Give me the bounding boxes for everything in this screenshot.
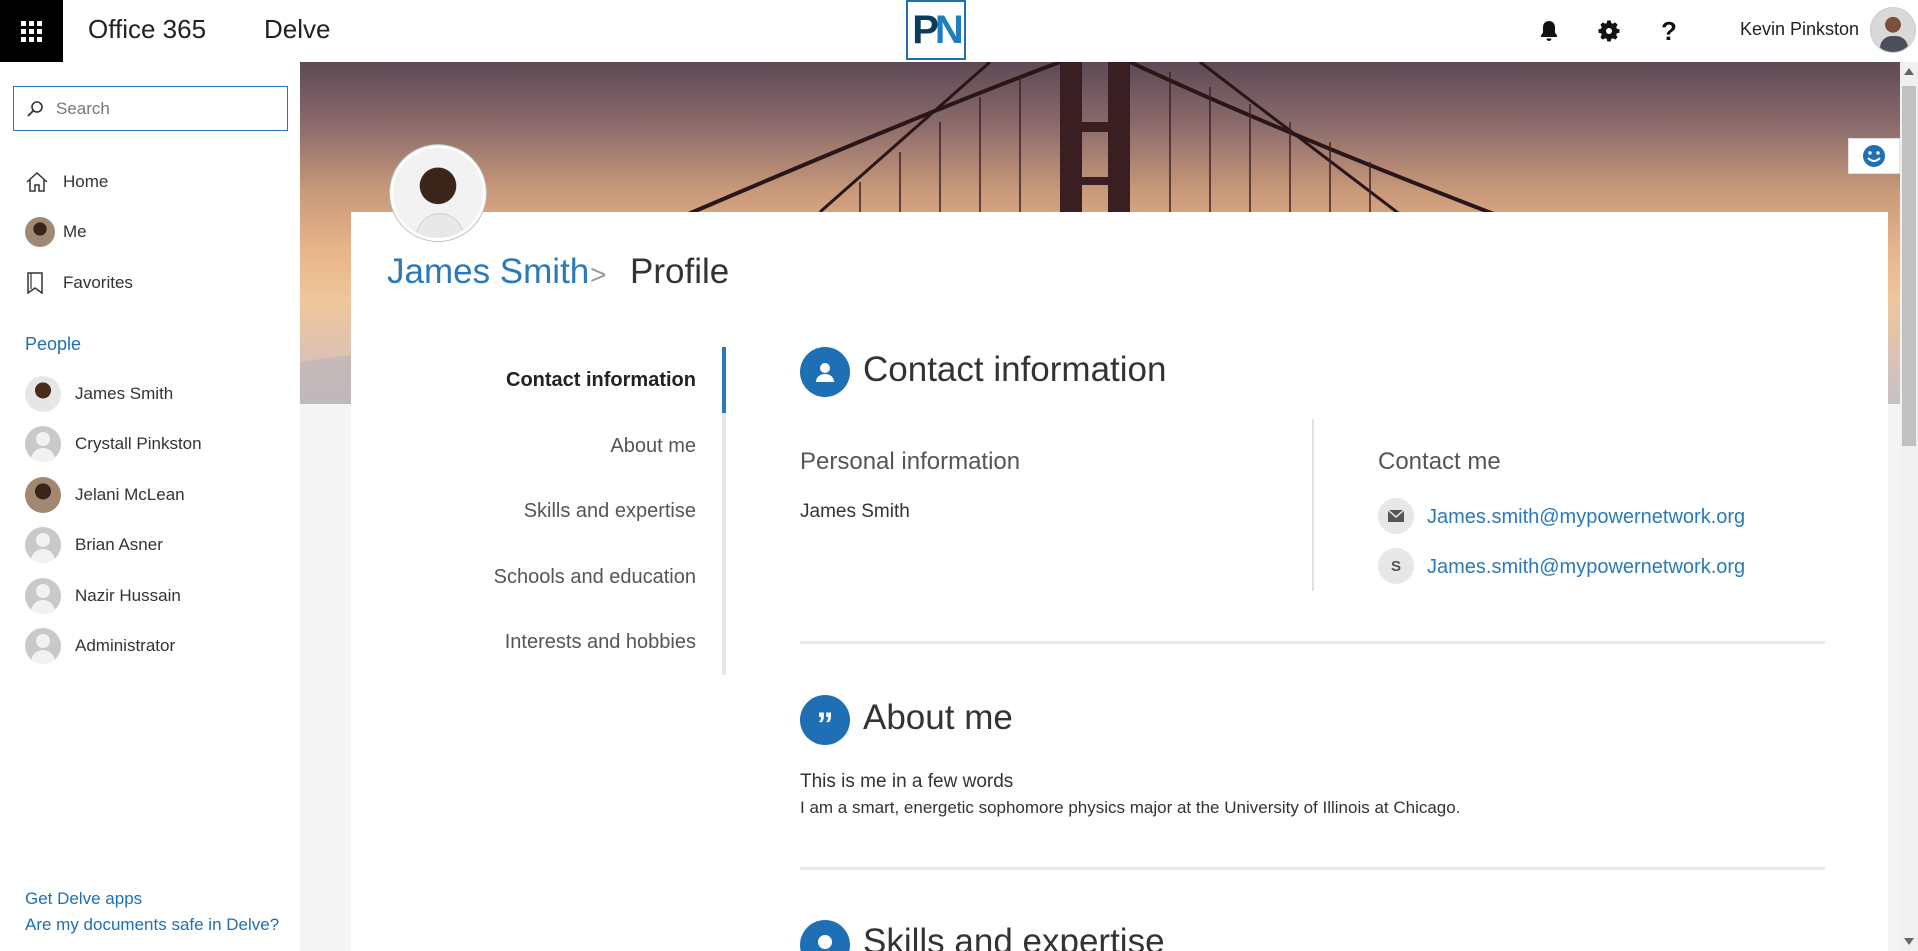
app-launcher-icon [21, 20, 42, 42]
people-item[interactable]: James Smith [25, 376, 173, 412]
notifications-button[interactable] [1534, 16, 1564, 46]
people-item[interactable]: Nazir Hussain [25, 578, 181, 614]
people-heading: People [25, 334, 82, 354]
documents-safe-link[interactable]: Are my documents safe in Delve? [25, 915, 279, 935]
nav-item-favorites[interactable]: Favorites [25, 268, 133, 298]
help-question-icon: ? [1661, 15, 1677, 46]
user-name[interactable]: Kevin Pinkston [1740, 19, 1859, 40]
personal-name-value: James Smith [800, 501, 910, 522]
feedback-button[interactable] [1848, 138, 1900, 174]
nav-item-label: Favorites [63, 273, 133, 292]
settings-button[interactable] [1594, 16, 1624, 46]
page-title: Profile [630, 252, 730, 291]
avatar [25, 578, 61, 614]
help-button[interactable]: ? [1654, 16, 1684, 46]
skype-link[interactable]: James.smith@mypowernetwork.org [1427, 556, 1745, 579]
scroll-down-icon[interactable] [1904, 938, 1914, 945]
home-icon [25, 167, 63, 197]
tab-skills-expertise[interactable]: Skills and expertise [524, 500, 696, 523]
nav-item-me[interactable]: Me [25, 217, 87, 247]
contact-me-heading: Contact me [1378, 448, 1501, 475]
contact-person-icon [800, 347, 850, 397]
smiley-icon [1863, 145, 1885, 167]
avatar [25, 527, 61, 563]
profile-photo[interactable] [390, 145, 486, 241]
contact-section-title: Contact information [863, 350, 1167, 389]
search-box[interactable] [13, 86, 288, 131]
people-item[interactable]: Crystall Pinkston [25, 426, 202, 462]
skype-icon: S [1378, 548, 1414, 584]
avatar [25, 376, 61, 412]
personal-information-heading: Personal information [800, 448, 1021, 475]
section-divider [800, 867, 1825, 870]
quote-icon: ” [800, 695, 850, 745]
avatar [25, 217, 55, 247]
tab-schools-education[interactable]: Schools and education [494, 566, 696, 589]
people-item[interactable]: Jelani McLean [25, 477, 185, 513]
tab-contact-information[interactable]: Contact information [506, 369, 696, 392]
breadcrumb-person-name[interactable]: James Smith [387, 252, 589, 292]
about-section-title: About me [863, 698, 1013, 737]
person-name: Brian Asner [75, 535, 163, 554]
app-launcher-button[interactable] [0, 0, 63, 62]
top-bar: Office 365 Delve PN ? Kevin Pinkston [0, 0, 1918, 62]
about-tagline: This is me in a few words [800, 771, 1014, 792]
person-name: Jelani McLean [75, 485, 185, 504]
section-divider [800, 641, 1825, 644]
avatar [25, 628, 61, 664]
email-link[interactable]: James.smith@mypowernetwork.org [1427, 506, 1745, 529]
main-content: James Smith > Profile Contact informatio… [300, 62, 1900, 951]
about-text: I am a smart, energetic sophomore physic… [800, 798, 1461, 817]
person-name: Crystall Pinkston [75, 434, 202, 453]
tab-about-me[interactable]: About me [610, 435, 696, 458]
scroll-up-icon[interactable] [1904, 68, 1914, 75]
avatar [25, 426, 61, 462]
avatar [25, 477, 61, 513]
person-name: Nazir Hussain [75, 586, 181, 605]
settings-gear-icon [1598, 20, 1620, 42]
organization-logo: PN [906, 0, 966, 60]
nav-item-label: Me [63, 222, 87, 241]
office-365-brand[interactable]: Office 365 [88, 14, 206, 45]
nav-item-label: Home [63, 172, 109, 191]
get-delve-apps-link[interactable]: Get Delve apps [25, 889, 142, 909]
left-navigation: Home Me Favorites People James Smith Cry… [0, 62, 300, 951]
scrollbar-thumb[interactable] [1902, 86, 1916, 446]
tab-interests-hobbies[interactable]: Interests and hobbies [505, 631, 696, 654]
user-avatar[interactable] [1870, 7, 1916, 53]
email-icon [1378, 498, 1414, 534]
search-input[interactable] [56, 98, 276, 119]
person-name: Administrator [75, 636, 176, 655]
nav-item-home[interactable]: Home [25, 167, 108, 197]
people-item[interactable]: Brian Asner [25, 527, 163, 563]
notification-bell-icon [1541, 21, 1557, 41]
delve-app-title[interactable]: Delve [264, 14, 330, 45]
person-name: James Smith [75, 384, 174, 403]
people-item[interactable]: Administrator [25, 628, 175, 664]
tab-active-indicator [722, 347, 726, 413]
tab-indicator-track [722, 347, 726, 675]
skills-section-title: Skills and expertise [863, 922, 1165, 951]
vertical-scrollbar[interactable] [1900, 62, 1918, 951]
breadcrumb-separator-icon: > [590, 259, 607, 290]
column-divider [1312, 419, 1314, 591]
search-icon [14, 100, 56, 118]
bookmark-icon [25, 268, 63, 298]
